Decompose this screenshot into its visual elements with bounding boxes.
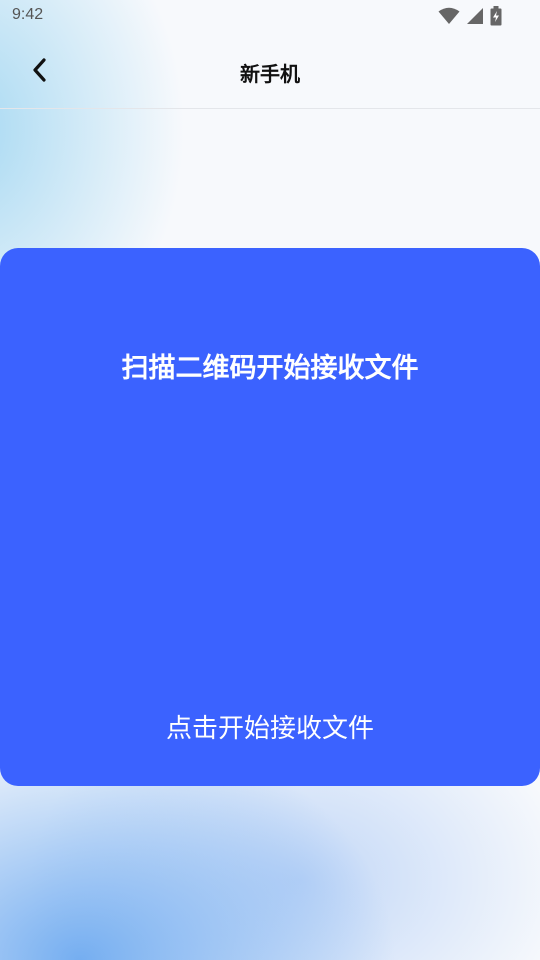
status-bar: 9:42 xyxy=(0,0,540,32)
status-icons xyxy=(438,6,502,26)
battery-charging-icon xyxy=(490,6,502,26)
start-receive-card[interactable]: 扫描二维码开始接收文件 点击开始接收文件 xyxy=(0,248,540,786)
page-title: 新手机 xyxy=(240,62,300,86)
nav-bar: 新手机 xyxy=(0,36,540,109)
status-time: 9:42 xyxy=(12,6,44,23)
scan-qr-title: 扫描二维码开始接收文件 xyxy=(121,353,419,384)
start-receive-label[interactable]: 点击开始接收文件 xyxy=(0,708,540,745)
wifi-icon xyxy=(438,7,460,25)
qr-code-area xyxy=(145,408,395,658)
signal-icon xyxy=(466,7,484,25)
